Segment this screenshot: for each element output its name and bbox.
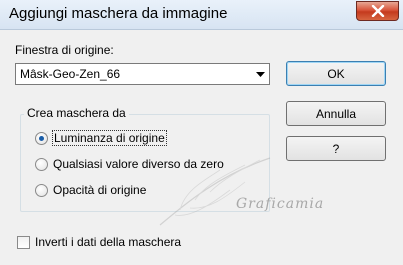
radio-luminance[interactable]: Luminanza di origine — [35, 130, 167, 146]
ok-button[interactable]: OK — [286, 61, 386, 86]
radio-nonzero[interactable]: Qualsiasi valore diverso da zero — [35, 157, 224, 171]
origin-select[interactable]: Mâsk-Geo-Zen_66 — [15, 63, 270, 85]
invert-checkbox-label: Inverti i dati della maschera — [35, 235, 182, 249]
radio-opacity[interactable]: Opacità di origine — [35, 183, 146, 197]
radio-luminance-label: Luminanza di origine — [52, 130, 167, 146]
close-icon — [371, 5, 384, 17]
origin-select-value: Mâsk-Geo-Zen_66 — [20, 67, 121, 81]
radio-opacity-label: Opacità di origine — [53, 183, 147, 197]
cancel-button[interactable]: Annulla — [286, 101, 386, 126]
radio-button[interactable] — [35, 183, 48, 197]
invert-checkbox[interactable] — [17, 235, 30, 249]
close-button[interactable] — [356, 1, 399, 21]
radio-button[interactable] — [35, 157, 48, 171]
help-button[interactable]: ? — [286, 136, 386, 161]
watermark-text: Graficamia — [236, 196, 325, 212]
radio-nonzero-label: Qualsiasi valore diverso da zero — [53, 157, 224, 171]
title-bar: Aggiungi maschera da immagine — [0, 0, 403, 30]
origin-label: Finestra di origine: — [15, 43, 114, 57]
chevron-down-icon[interactable] — [251, 64, 269, 84]
radio-button-checked[interactable] — [35, 131, 48, 145]
window-title: Aggiungi maschera da immagine — [9, 5, 228, 22]
invert-checkbox-row[interactable]: Inverti i dati della maschera — [17, 235, 181, 249]
mask-source-group-label: Crea maschera da — [24, 106, 129, 120]
